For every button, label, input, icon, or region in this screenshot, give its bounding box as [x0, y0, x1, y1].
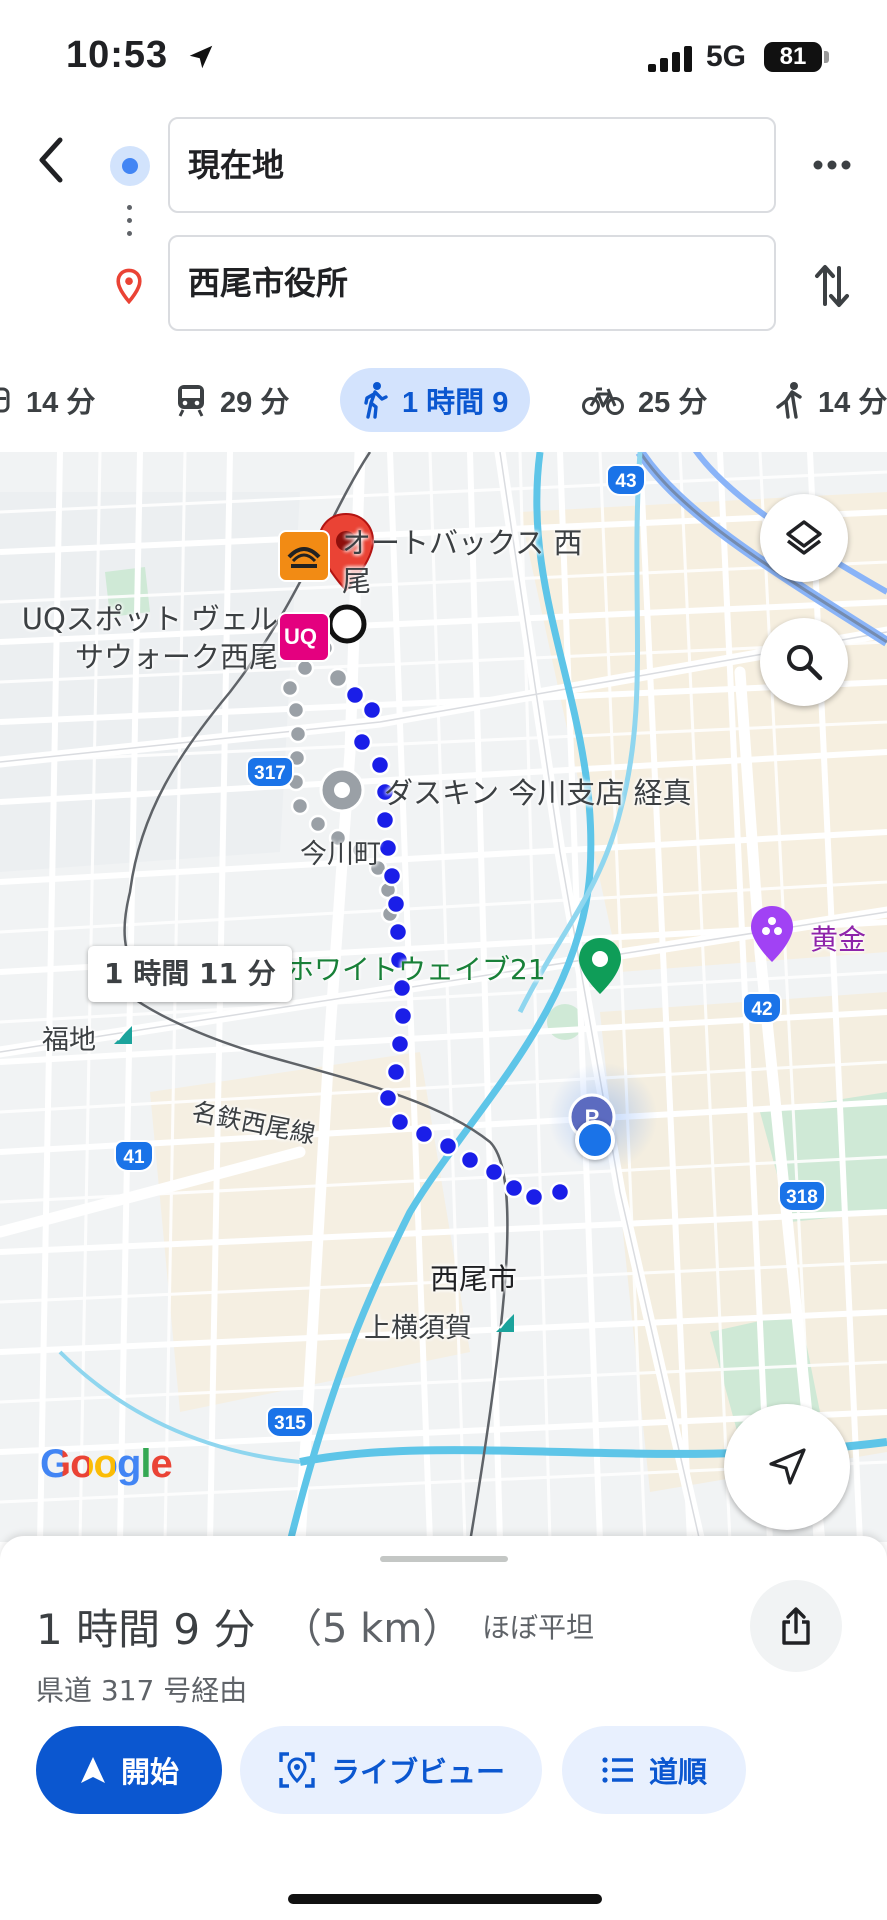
live-view-label: ライブビュー — [330, 1755, 505, 1789]
share-icon — [782, 1607, 810, 1645]
place-label-golden[interactable]: 黄金 — [810, 918, 866, 958]
back-arrow-icon[interactable] — [30, 130, 74, 190]
road-shield-315: 315 — [266, 1406, 314, 1438]
recenter-button[interactable] — [724, 1404, 850, 1530]
mode-bike[interactable]: 25 分 — [582, 368, 707, 432]
golden-marker-icon[interactable] — [748, 904, 796, 966]
map-view[interactable]: P UQ オートバックス 西尾 UQスポット ヴェルサウォーク西尾 ダスキン 今… — [0, 452, 887, 1542]
origin-input[interactable]: 現在地 — [168, 117, 776, 213]
place-label-autobacs[interactable]: オートバックス 西尾 — [342, 524, 604, 600]
mode-transit[interactable]: 29 分 — [176, 368, 289, 432]
road-shield-43: 43 — [606, 464, 646, 496]
route-via: 県道 317 号経由 — [36, 1674, 248, 1707]
travel-modes: 14 分 29 分 1 時間 9 25 分 14 分 — [0, 368, 887, 440]
place-label-imagawa: 今川町 — [300, 839, 381, 870]
place-label-fukuchi: 福地 — [42, 1025, 96, 1056]
cellular-signal-icon — [648, 46, 692, 72]
route-duration: 1 時間 9 分 — [36, 1605, 256, 1654]
more-options-icon[interactable] — [810, 145, 854, 185]
mode-transit-label: 29 分 — [220, 387, 290, 419]
steps-button[interactable]: 道順 — [562, 1726, 746, 1814]
road-shield-317: 317 — [246, 756, 294, 788]
walk-icon — [364, 382, 388, 419]
navigation-arrow-icon — [769, 1448, 806, 1485]
start-button[interactable]: 開始 — [36, 1726, 222, 1814]
route-connector — [127, 205, 133, 244]
sheet-drag-handle[interactable] — [380, 1556, 508, 1562]
kamiyokosuka-station-icon — [496, 1314, 514, 1332]
navigation-icon — [80, 1757, 105, 1783]
search-along-route-button[interactable] — [760, 618, 848, 706]
mode-walk-label: 1 時間 9 — [402, 387, 509, 419]
swap-icon[interactable] — [812, 262, 852, 310]
status-bar: 10:53 5G 81 — [0, 0, 887, 110]
list-icon — [602, 1757, 633, 1783]
route-terrain: ほぼ平坦 — [482, 1611, 595, 1644]
place-label-uq[interactable]: UQスポット ヴェルサウォーク西尾 — [18, 600, 278, 676]
mode-ride[interactable]: 14 分 — [774, 368, 887, 432]
mode-walk[interactable]: 1 時間 9 — [340, 368, 531, 432]
current-location-dot — [575, 1120, 615, 1160]
search-icon — [787, 645, 823, 681]
autobacs-icon — [287, 547, 321, 568]
origin-dot-icon — [110, 146, 150, 186]
mode-ride-label: 14 分 — [818, 387, 887, 419]
train-icon — [178, 385, 204, 417]
mode-car-label: 14 分 — [26, 387, 96, 419]
place-label-whitewave[interactable]: ホワイトウェイブ21 — [286, 948, 546, 988]
network-type: 5G — [706, 40, 747, 73]
uq-logo[interactable]: UQ — [278, 612, 330, 662]
destination-input[interactable]: 西尾市役所 — [168, 235, 776, 331]
layers-icon — [786, 520, 822, 555]
whitewave-marker-icon[interactable] — [576, 936, 624, 998]
battery-icon: 81 — [764, 42, 822, 72]
route-summary-sheet: 1 時間 9 分 （5 km） ほぼ平坦 県道 317 号経由 開始 ライブビュ… — [0, 1536, 887, 1920]
destination-pin-icon — [116, 268, 142, 304]
place-marker-daskin[interactable] — [318, 766, 366, 814]
mode-car[interactable]: 14 分 — [0, 368, 95, 432]
battery-tip — [824, 51, 829, 63]
place-label-daskin[interactable]: ダスキン 今川支店 経真 — [384, 770, 692, 812]
car-icon — [0, 387, 10, 413]
share-button[interactable] — [750, 1580, 842, 1672]
road-shield-318: 318 — [778, 1180, 826, 1212]
location-arrow-icon — [189, 45, 213, 69]
layers-button[interactable] — [760, 494, 848, 582]
alt-route-callout[interactable]: 1 時間 11 分 — [88, 946, 292, 1002]
status-time: 10:53 — [66, 34, 169, 76]
place-label-kamiyokosuka: 上横須賀 — [364, 1313, 472, 1344]
fukuchi-station-icon — [114, 1026, 132, 1044]
road-shield-41: 41 — [114, 1140, 154, 1172]
steps-label: 道順 — [648, 1755, 707, 1789]
mode-bike-label: 25 分 — [638, 387, 708, 419]
place-label-nishio-city: 西尾市 — [430, 1262, 518, 1296]
google-logo: Google — [40, 1442, 173, 1487]
bicycle-icon — [582, 387, 624, 415]
ride-icon — [776, 382, 802, 419]
live-view-icon — [279, 1752, 315, 1788]
route-distance: （5 km） — [282, 1606, 463, 1652]
live-view-button[interactable]: ライブビュー — [240, 1726, 542, 1814]
autobacs-logo[interactable] — [278, 530, 330, 582]
home-indicator — [288, 1894, 602, 1904]
google-logo-text: Google — [40, 1442, 173, 1486]
road-shield-42: 42 — [742, 992, 782, 1024]
start-label: 開始 — [120, 1755, 179, 1789]
